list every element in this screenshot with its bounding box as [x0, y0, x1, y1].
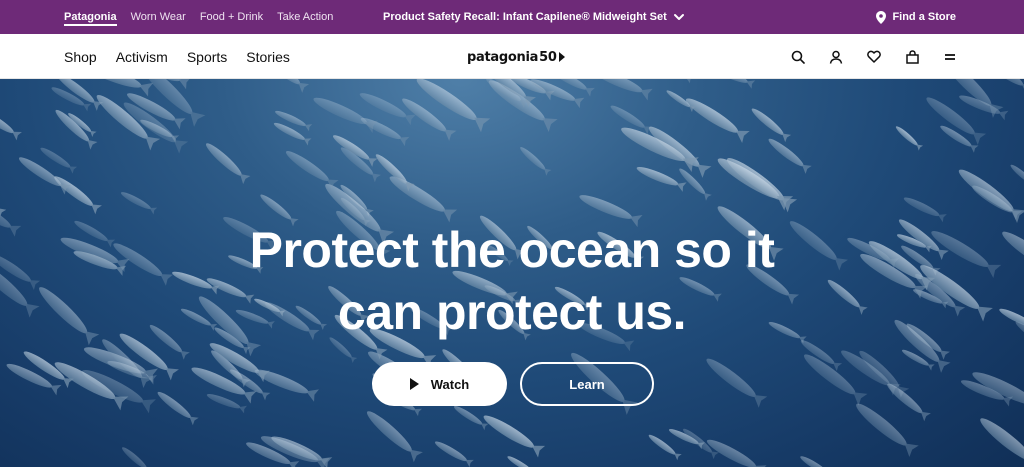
nav-stories[interactable]: Stories	[246, 49, 290, 65]
brand-link-patagonia[interactable]: Patagonia	[64, 0, 117, 34]
logo-fifty: 50	[539, 49, 557, 65]
hero-headline-line1: Protect the ocean so it	[249, 222, 775, 278]
nav-links: Shop Activism Sports Stories	[64, 34, 290, 79]
heart-icon[interactable]	[866, 49, 882, 65]
hero-headline-line2: can protect us.	[337, 284, 687, 340]
location-pin-icon	[876, 10, 887, 24]
account-icon[interactable]	[828, 49, 844, 65]
hero-headline: Protect the ocean so it can protect us.	[0, 219, 1024, 343]
nav-shop[interactable]: Shop	[64, 49, 97, 65]
find-store-link[interactable]: Find a Store	[876, 0, 956, 34]
chevron-down-icon	[673, 14, 684, 20]
play-icon	[409, 378, 419, 390]
nav-activism[interactable]: Activism	[116, 49, 168, 65]
find-store-label: Find a Store	[892, 11, 956, 23]
top-bar: Patagonia Worn Wear Food + Drink Take Ac…	[0, 0, 1024, 34]
brand-link-take-action[interactable]: Take Action	[277, 0, 333, 34]
logo-arrow-icon	[558, 52, 565, 62]
nav-sports[interactable]: Sports	[187, 49, 227, 65]
brand-links: Patagonia Worn Wear Food + Drink Take Ac…	[64, 0, 333, 34]
watch-label: Watch	[430, 376, 470, 392]
main-nav: Shop Activism Sports Stories patagonia 5…	[0, 34, 1024, 79]
search-icon[interactable]	[790, 49, 806, 65]
patagonia-logo[interactable]: patagonia 50	[467, 48, 565, 66]
menu-icon[interactable]	[942, 49, 958, 65]
recall-text: Product Safety Recall: Infant Capilene® …	[383, 11, 667, 23]
learn-button[interactable]: Learn	[520, 362, 654, 406]
watch-button[interactable]: Watch	[372, 362, 507, 406]
brand-link-worn-wear[interactable]: Worn Wear	[131, 0, 186, 34]
recall-link[interactable]: Product Safety Recall: Infant Capilene® …	[383, 0, 685, 34]
hero-banner: Protect the ocean so it can protect us. …	[0, 79, 1024, 467]
learn-label: Learn	[569, 376, 605, 392]
nav-icons	[790, 34, 958, 79]
bag-icon[interactable]	[904, 49, 920, 65]
brand-link-food-drink[interactable]: Food + Drink	[200, 0, 263, 34]
logo-text: patagonia	[467, 49, 539, 65]
